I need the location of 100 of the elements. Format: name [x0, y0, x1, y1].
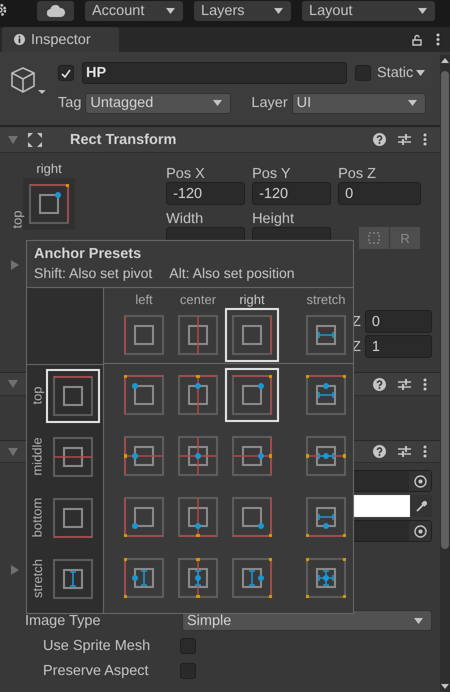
- row-label: middle: [30, 437, 44, 476]
- caret-icon: [408, 100, 417, 106]
- anchor-preset-icon: [306, 315, 346, 355]
- anchor-preset-button[interactable]: [225, 368, 279, 422]
- anchor-preset-icon: [53, 558, 93, 598]
- lock-icon[interactable]: [412, 34, 422, 46]
- hint-text: Shift: Also set pivot: [34, 265, 152, 281]
- anchor-preset-icon: [232, 558, 272, 598]
- anchor-preset-icon: [178, 496, 218, 536]
- number-field[interactable]: -120: [166, 182, 246, 205]
- column-label: right: [239, 292, 265, 308]
- number-field[interactable]: 1: [364, 335, 432, 358]
- anchor-preset-icon: [306, 496, 346, 536]
- anchor-preset-icon: [124, 315, 164, 355]
- popup-title: Anchor Presets: [34, 246, 142, 262]
- help-icon[interactable]: [373, 445, 386, 458]
- row-label: stretch: [30, 559, 44, 598]
- caret-icon: [416, 70, 426, 76]
- toolbar-dropdown[interactable]: Account: [85, 0, 183, 20]
- checkmark-icon: [61, 68, 71, 78]
- info-icon: [14, 34, 25, 45]
- anchor-preset-icon: [232, 374, 272, 414]
- anchor-preset-icon: [232, 315, 272, 355]
- tag-label: Tag: [58, 95, 82, 111]
- column-label: center: [180, 292, 216, 308]
- field-label: Pos X: [166, 166, 205, 182]
- caret-icon: [418, 8, 427, 14]
- static-checkbox[interactable]: [355, 65, 371, 81]
- more-icon[interactable]: [423, 133, 427, 146]
- anchor-preset-icon: [178, 436, 218, 476]
- cloud-icon: [46, 4, 64, 16]
- static-dropdown[interactable]: Static: [377, 65, 426, 81]
- more-icon[interactable]: [436, 33, 440, 46]
- component-title: Rect Transform: [70, 132, 176, 148]
- anchor-preset-icon: [53, 498, 93, 538]
- anchor-preset-icon: [178, 315, 218, 355]
- scroll-down-icon[interactable]: [441, 684, 449, 689]
- foldout-arrow-icon[interactable]: [8, 134, 18, 144]
- anchor-preset-icon: [178, 374, 218, 414]
- anchor-preset-icon: [232, 436, 272, 476]
- anchor-preset-icon: [53, 376, 93, 416]
- scrollbar[interactable]: [440, 55, 450, 692]
- help-icon[interactable]: [373, 378, 386, 390]
- toolbar-dropdown[interactable]: Layers: [194, 0, 291, 20]
- more-icon[interactable]: [423, 378, 427, 390]
- field-label: Width: [166, 211, 204, 227]
- column-label: stretch: [306, 292, 346, 308]
- anchor-preset-button[interactable]: [46, 368, 100, 422]
- anchor-h-label: right: [36, 161, 62, 178]
- number-field[interactable]: -120: [252, 182, 332, 205]
- anchor-preset-icon: [124, 496, 164, 536]
- caret-icon: [213, 100, 222, 106]
- toggle-checkbox[interactable]: [180, 638, 196, 654]
- name-field[interactable]: HP: [82, 62, 347, 84]
- row-label: top: [30, 386, 44, 405]
- active-checkbox[interactable]: [58, 65, 74, 81]
- anchor-preset-icon: [29, 184, 70, 224]
- hint-text: Alt: Also set position: [169, 265, 295, 281]
- field-label: Pos Y: [252, 166, 291, 182]
- inspector-tab[interactable]: Inspector: [2, 27, 119, 52]
- more-icon[interactable]: [423, 445, 427, 458]
- field-label: Use Sprite Mesh: [43, 638, 152, 654]
- column-label: left: [135, 292, 153, 308]
- eyedropper-icon[interactable]: [414, 500, 428, 512]
- foldout-arrow-icon[interactable]: [8, 379, 18, 389]
- cloud-button[interactable]: [37, 0, 74, 20]
- field-label: Image Type: [25, 612, 102, 628]
- dashed-square-icon: [368, 232, 380, 244]
- anchor-preset-icon: [232, 496, 272, 536]
- layer-label: Layer: [251, 95, 288, 111]
- anchor-preset-icon: [178, 558, 218, 598]
- anchor-preset-icon: [53, 436, 93, 476]
- number-field[interactable]: 0: [364, 310, 432, 333]
- anchor-preset-icon: [306, 436, 346, 476]
- sliders-icon[interactable]: [398, 378, 411, 390]
- target-icon[interactable]: [414, 474, 426, 488]
- number-field[interactable]: 0: [338, 182, 422, 205]
- caret-icon: [414, 618, 423, 624]
- foldout-arrow-icon[interactable]: [10, 260, 20, 270]
- anchor-preset-button[interactable]: [225, 308, 279, 362]
- layer-dropdown[interactable]: UI: [292, 92, 426, 114]
- caret-icon: [274, 8, 283, 14]
- scrollbar-thumb[interactable]: [441, 71, 449, 549]
- foldout-arrow-icon[interactable]: [10, 565, 20, 575]
- tag-dropdown[interactable]: Untagged: [85, 92, 232, 114]
- target-icon[interactable]: [414, 524, 426, 538]
- field-label: Height: [252, 211, 294, 227]
- field-label: Pos Z: [338, 166, 376, 182]
- sliders-icon[interactable]: [398, 445, 411, 458]
- sliders-icon[interactable]: [398, 133, 411, 146]
- toolbar-dropdown[interactable]: Layout: [302, 0, 435, 20]
- help-icon[interactable]: [373, 133, 386, 146]
- blueprint-button[interactable]: [359, 227, 390, 249]
- foldout-arrow-icon[interactable]: [8, 446, 18, 456]
- caret-icon: [166, 8, 175, 14]
- anchor-preset-icon: [124, 558, 164, 598]
- toggle-checkbox[interactable]: [180, 662, 196, 678]
- row-label: bottom: [30, 498, 44, 538]
- scroll-up-icon[interactable]: [441, 58, 449, 63]
- anchor-v-label: top: [10, 210, 25, 229]
